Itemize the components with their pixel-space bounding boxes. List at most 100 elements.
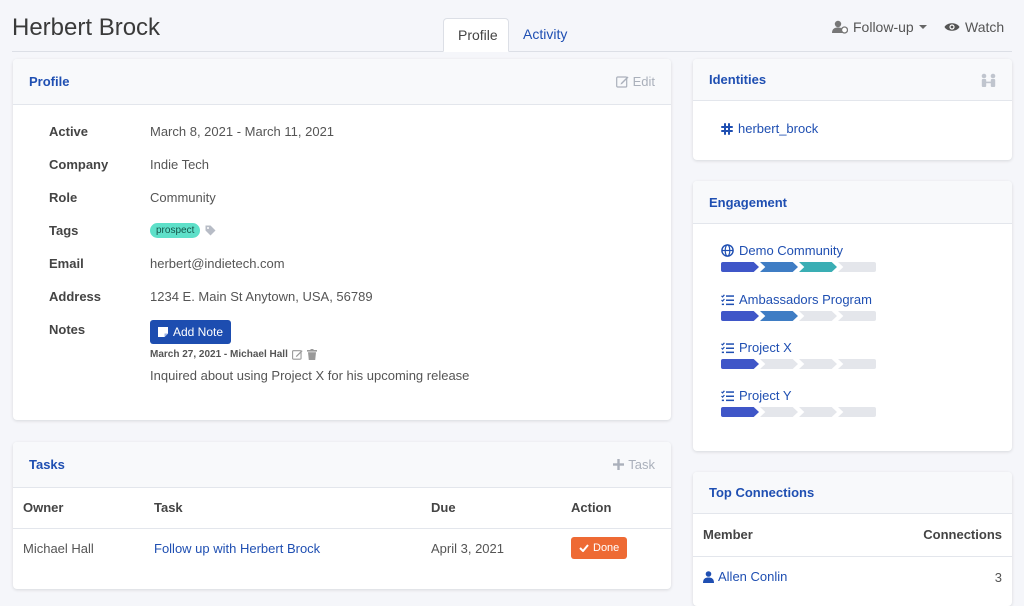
tab-profile-label: Profile [458,27,498,43]
eye-icon [944,23,960,31]
engagement-level-bar [721,359,876,369]
col-owner: Owner [13,488,144,529]
tab-profile[interactable]: Profile [443,18,509,52]
engagement-item-project-y[interactable]: Project Y [721,388,876,417]
connections-card-title: Top Connections [709,485,815,500]
add-task-button[interactable]: Task [613,457,655,472]
task-owner: Michael Hall [23,540,94,556]
note-meta: March 27, 2021 - Michael Hall [150,349,317,360]
merge-icon[interactable] [981,73,996,87]
add-tag-icon[interactable] [205,225,216,236]
edit-note-icon[interactable] [291,349,303,360]
role-label: Role [49,190,78,205]
tasks-table: Owner Task Due Action Michael Hall Follo… [13,488,671,568]
note-author-date: March 27, 2021 - Michael Hall [150,349,288,360]
company-link[interactable]: Indie Tech [150,157,209,172]
identity-name: herbert_brock [738,121,819,136]
task-link[interactable]: Follow up with Herbert Brock [154,541,320,556]
engagement-step [760,262,798,272]
follow-up-label: Follow-up [853,19,914,35]
connection-count: 3 [994,569,1002,585]
engagement-step [799,262,837,272]
engagement-step [760,359,798,369]
sticky-note-icon [158,327,168,337]
member-link[interactable]: Allen Conlin [703,569,787,584]
engagement-step [838,359,876,369]
engagement-step [721,359,759,369]
tags-label: Tags [49,223,79,238]
plus-icon [613,459,625,470]
notes-label: Notes [49,322,86,337]
globe-icon [721,244,734,257]
email-label: Email [49,256,84,271]
engagement-step [838,262,876,272]
trash-icon[interactable] [306,349,317,360]
add-task-label: Task [628,457,655,472]
header-divider [12,51,1012,52]
col-connections: Connections [856,514,1012,557]
edit-icon [615,76,629,88]
engagement-level-bar [721,311,876,321]
col-member: Member [693,514,857,557]
note-text: Inquired about using Project X for his u… [150,368,470,383]
tasks-card-title: Tasks [29,457,65,472]
engagement-name: Project X [739,340,792,355]
profile-card-title: Profile [29,74,70,89]
add-note-button[interactable]: Add Note [150,320,232,344]
edit-label: Edit [632,74,655,89]
done-button[interactable]: Done [571,537,628,560]
col-due: Due [421,488,561,529]
tasks-card-header: Tasks Task [13,442,671,488]
connections-card: Top Connections Member Connections Allen… [693,472,1012,606]
edit-profile-button[interactable]: Edit [615,74,655,89]
engagement-step [799,359,837,369]
active-value: March 8, 2021 - March 11, 2021 [150,124,335,139]
list-icon [721,389,734,401]
identities-card-title: Identities [709,72,767,87]
done-label: Done [593,542,620,555]
engagement-item-demo-community[interactable]: Demo Community [721,243,876,272]
member-name: Allen Conlin [718,569,788,584]
follow-up-dropdown[interactable]: Follow-up [832,19,927,35]
engagement-step [721,262,759,272]
slack-icon [721,122,733,135]
engagement-item-ambassadors-program[interactable]: Ambassadors Program [721,292,876,321]
engagement-name: Ambassadors Program [739,292,872,307]
engagement-name: Project Y [739,388,792,403]
engagement-step [721,311,759,321]
col-task: Task [144,488,421,529]
col-action: Action [561,488,671,529]
engagement-step [721,407,759,417]
active-label: Active [49,124,89,139]
engagement-step [799,407,837,417]
engagement-card: Engagement Demo Community Ambassadors Pr… [693,181,1012,451]
page-header: Herbert Brock Profile Activity Follow-up… [0,0,1024,52]
list-icon [721,341,734,353]
address-label: Address [49,289,102,304]
engagement-level-bar [721,407,876,417]
tab-activity-label: Activity [523,26,568,42]
identity-slack[interactable]: herbert_brock [721,121,818,136]
engagement-level-bar [721,262,876,272]
engagement-item-project-x[interactable]: Project X [721,340,876,369]
profile-card: Profile Edit Active March 8, 2021 - Marc… [13,59,671,420]
engagement-card-title: Engagement [709,194,788,210]
watch-label: Watch [965,19,1005,35]
tasks-card: Tasks Task Owner Task Due Action Michael… [13,442,671,589]
connections-card-header: Top Connections [693,472,1012,514]
add-note-label: Add Note [173,325,224,339]
identities-card-header: Identities [693,59,1012,101]
engagement-step [799,311,837,321]
tab-activity[interactable]: Activity [509,18,581,52]
engagement-name: Demo Community [739,243,844,258]
check-icon [579,544,589,553]
tag-prospect[interactable]: prospect [150,223,201,238]
list-icon [721,293,734,305]
identities-card: Identities herbert_brock [693,59,1012,160]
connections-header-row: Member Connections [693,514,1012,557]
engagement-step [760,311,798,321]
engagement-step [838,407,876,417]
company-label: Company [49,157,109,172]
email-link[interactable]: herbert@indietech.com [150,256,285,271]
watch-button[interactable]: Watch [944,19,1004,35]
